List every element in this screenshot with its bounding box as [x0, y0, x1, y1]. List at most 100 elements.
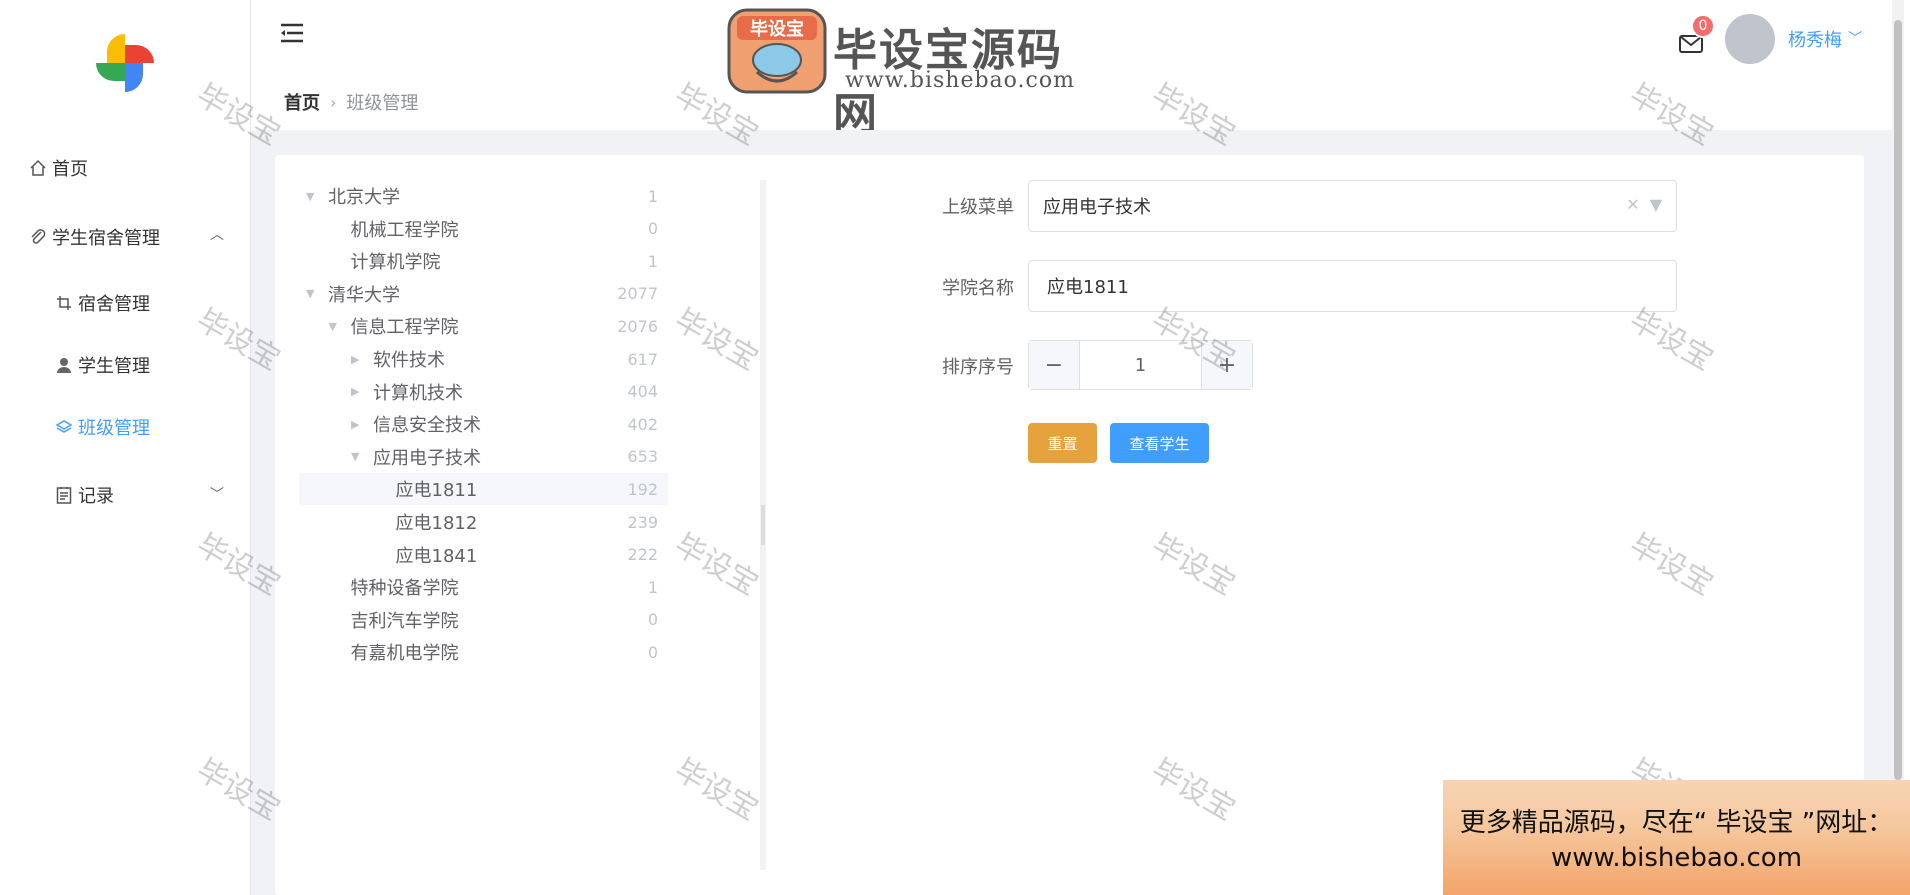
- tree-scrollbar[interactable]: [760, 180, 766, 870]
- tree-node-label: 软件技术: [373, 350, 445, 371]
- tree-node[interactable]: 机械工程学院 0: [329, 213, 659, 245]
- tree-node-label: 信息安全技术: [373, 415, 481, 437]
- caret-right-icon[interactable]: ▶: [351, 418, 373, 431]
- tree-node-count: 192: [627, 479, 658, 499]
- breadcrumb-current: 班级管理: [346, 93, 419, 114]
- tree-node[interactable]: ▶ 信息安全技术 402: [351, 408, 658, 440]
- tree-node-label: 吉利汽车学院: [350, 610, 459, 632]
- tree-node-label: 计算机技术: [373, 382, 463, 404]
- tree-node-label: 计算机学院: [350, 252, 441, 274]
- sidebar-item-label: 首页: [52, 159, 88, 180]
- mail-badge: 0: [1691, 14, 1715, 38]
- tree-node[interactable]: 特种设备学院 1: [329, 571, 659, 603]
- sort-order-label: 排序序号: [942, 357, 1014, 378]
- decrement-button[interactable]: −: [1029, 341, 1079, 389]
- breadcrumb-home[interactable]: 首页: [284, 89, 320, 115]
- promo-banner[interactable]: 更多精品源码，尽在“ 毕设宝 ”网址： www.bishebao.com: [1443, 780, 1910, 895]
- promo-url: www.bishebao.com: [1550, 843, 1803, 873]
- tree-node-count: 2077: [617, 284, 658, 304]
- tree-node-label: 应用电子技术: [373, 447, 481, 469]
- tree-node-count: 239: [627, 512, 658, 532]
- college-name-value: 应电1811: [1047, 277, 1129, 298]
- avatar[interactable]: [1725, 14, 1775, 64]
- svg-text:毕设宝: 毕设宝: [750, 18, 804, 40]
- caret-right-icon[interactable]: ▶: [351, 385, 373, 398]
- tree-node-count: 1: [647, 186, 658, 206]
- brand-watermark-logo: 毕设宝 毕设宝源码网 www.bishebao.com: [727, 8, 1107, 140]
- tree-node-label: 应电1812: [395, 513, 478, 534]
- college-name-input[interactable]: 应电1811: [1028, 260, 1677, 312]
- tree-node-count: 222: [627, 545, 658, 565]
- tree-node[interactable]: 应电1841 222: [374, 539, 659, 571]
- sidebar-item-label: 学生管理: [78, 356, 150, 377]
- tree-node-label: 特种设备学院: [350, 578, 459, 600]
- tree-scroll-handle[interactable]: [761, 505, 765, 545]
- tree-node-count: 1: [647, 577, 658, 597]
- reset-button[interactable]: 重置: [1028, 423, 1097, 463]
- tree-node[interactable]: 有嘉机电学院 0: [329, 636, 659, 668]
- tree-node-label: 清华大学: [328, 284, 400, 306]
- chevron-up-icon[interactable]: ︿: [210, 224, 224, 244]
- caret-down-icon[interactable]: ▼: [329, 320, 351, 333]
- sidebar-item-label: 学生宿舍管理: [52, 228, 160, 249]
- tree-node[interactable]: ▼ 清华大学 2077: [306, 278, 658, 310]
- document-icon: [54, 485, 74, 505]
- menu-toggle-icon[interactable]: [279, 22, 305, 44]
- increment-button[interactable]: +: [1202, 341, 1252, 389]
- tree-node[interactable]: ▼ 北京大学 1: [306, 180, 658, 212]
- tree-node[interactable]: 吉利汽车学院 0: [329, 604, 659, 636]
- layers-icon: [54, 417, 74, 437]
- tree-node-label: 北京大学: [328, 187, 400, 208]
- chevron-down-icon[interactable]: ﹀: [210, 484, 224, 504]
- sidebar-item-dorm-management[interactable]: 学生宿舍管理: [28, 224, 160, 250]
- home-icon: [28, 158, 48, 178]
- sidebar-item-dorms[interactable]: 宿舍管理: [54, 290, 150, 316]
- caret-down-icon[interactable]: ▼: [306, 190, 328, 203]
- caret-down-icon[interactable]: ▼: [351, 450, 373, 463]
- user-icon: [54, 355, 74, 375]
- clear-icon[interactable]: ✕: [1626, 195, 1639, 214]
- tree-node-label: 应电1841: [395, 545, 478, 567]
- username[interactable]: 杨秀梅: [1788, 26, 1842, 52]
- college-name-label: 学院名称: [942, 278, 1014, 299]
- app-logo: [96, 34, 154, 92]
- sidebar-item-classes[interactable]: 班级管理: [54, 414, 150, 440]
- tree-node[interactable]: ▶ 软件技术 617: [351, 343, 658, 375]
- tree-node-count: 617: [627, 349, 658, 369]
- caret-down-icon[interactable]: ▼: [1650, 195, 1662, 214]
- parent-menu-label: 上级菜单: [942, 197, 1014, 218]
- sidebar-item-label: 班级管理: [78, 418, 150, 439]
- promo-text: 更多精品源码，尽在“ 毕设宝 ”网址：: [1459, 808, 1894, 838]
- tree-node-count: 653: [627, 447, 658, 467]
- tree-node-count: 0: [647, 642, 658, 662]
- tree-node-label: 有嘉机电学院: [350, 643, 459, 665]
- sidebar-item-records[interactable]: 记录: [54, 482, 114, 508]
- sidebar-item-label: 宿舍管理: [78, 294, 150, 315]
- tree-node[interactable]: ▼ 信息工程学院 2076: [329, 310, 659, 342]
- sort-order-value[interactable]: 1: [1079, 341, 1202, 389]
- tree-node-label: 应电1811: [395, 480, 478, 502]
- parent-menu-select[interactable]: 应用电子技术 ✕ ▼: [1028, 180, 1677, 232]
- tree-node[interactable]: 计算机学院 1: [329, 245, 659, 277]
- tree-node-label: 信息工程学院: [350, 317, 459, 339]
- caret-right-icon[interactable]: ▶: [351, 353, 373, 366]
- view-students-button[interactable]: 查看学生: [1110, 423, 1209, 463]
- breadcrumb: 首页 › 班级管理: [284, 89, 418, 115]
- chevron-down-icon[interactable]: ﹀: [1848, 28, 1862, 48]
- crop-icon: [54, 293, 74, 313]
- tree-node-count: 0: [647, 610, 658, 630]
- tree-node[interactable]: ▶ 计算机技术 404: [351, 376, 658, 408]
- tree-node-count: 1: [647, 251, 658, 271]
- tree-node[interactable]: 应电1812 239: [374, 506, 659, 538]
- sidebar: 首页 学生宿舍管理 ︿ 宿舍管理 学生管理 班级管理 记录 ﹀: [0, 0, 251, 895]
- sort-order-stepper[interactable]: − 1 +: [1028, 340, 1253, 390]
- tree-node-label: 机械工程学院: [350, 219, 459, 241]
- tree-node[interactable]: 应电1811 192: [374, 473, 659, 505]
- sidebar-item-home[interactable]: 首页: [28, 155, 88, 181]
- tree-node[interactable]: ▼ 应用电子技术 653: [351, 441, 658, 473]
- caret-down-icon[interactable]: ▼: [306, 287, 328, 300]
- tree-node-count: 0: [647, 219, 658, 239]
- scrollbar-thumb[interactable]: [1894, 20, 1902, 780]
- sidebar-item-students[interactable]: 学生管理: [54, 352, 150, 378]
- page-scrollbar[interactable]: [1892, 0, 1904, 780]
